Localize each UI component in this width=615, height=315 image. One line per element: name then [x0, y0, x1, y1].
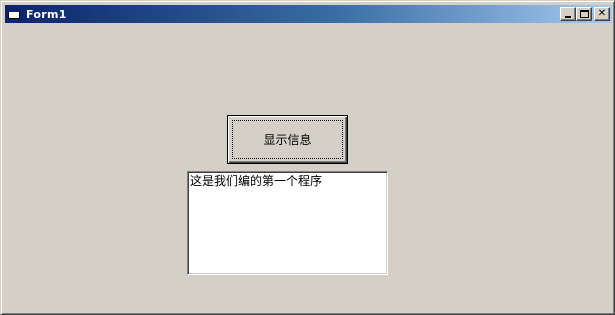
form1-window: Form1 ✕ 显示信息 这是我们编的第一个程序: [0, 0, 615, 315]
show-info-button-label: 显示信息: [263, 133, 312, 147]
show-info-button[interactable]: 显示信息: [227, 115, 348, 164]
title-bar[interactable]: Form1 ✕: [5, 5, 612, 23]
window-title: Form1: [26, 7, 67, 21]
minimize-button[interactable]: [560, 7, 576, 21]
message-text-box[interactable]: 这是我们编的第一个程序: [187, 171, 388, 275]
app-icon[interactable]: [8, 8, 22, 20]
close-button[interactable]: ✕: [594, 7, 610, 21]
close-icon: ✕: [597, 8, 607, 19]
maximize-icon: [579, 10, 589, 18]
minimize-icon: [565, 16, 571, 18]
window-controls: ✕: [560, 7, 610, 21]
maximize-button[interactable]: [576, 7, 592, 21]
